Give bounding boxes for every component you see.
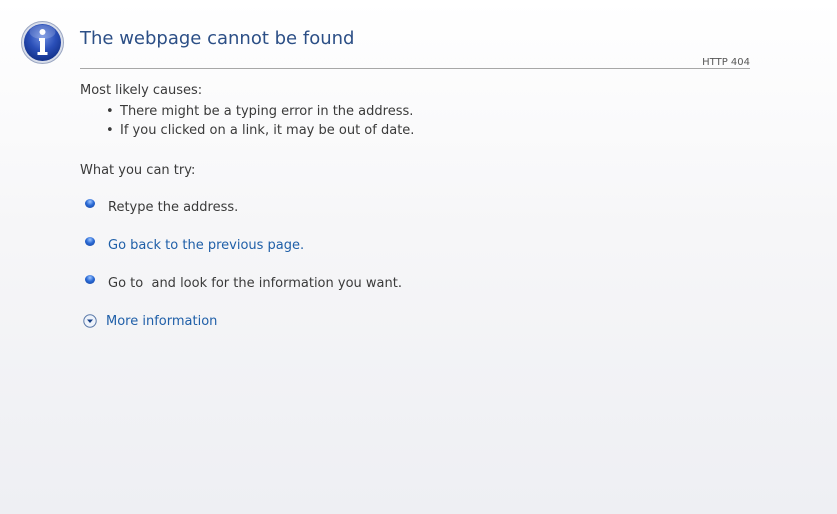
cause-item: • If you clicked on a link, it may be out… xyxy=(106,123,414,138)
more-information-link[interactable]: More information xyxy=(106,314,217,329)
blue-bullet-icon xyxy=(85,198,95,208)
causes-heading: Most likely causes: xyxy=(80,83,203,98)
try-heading: What you can try: xyxy=(80,163,196,178)
try-text: Retype the address. xyxy=(108,199,239,215)
cause-text: There might be a typing error in the add… xyxy=(120,104,414,119)
go-back-link[interactable]: Go back to the previous page. xyxy=(108,238,304,253)
blue-bullet-icon xyxy=(85,274,95,284)
bullet-dot: • xyxy=(106,104,114,119)
try-item-retype: Retype the address. xyxy=(85,197,238,217)
cause-text: If you clicked on a link, it may be out … xyxy=(120,123,415,138)
try-item-go-to: Go to and look for the information you w… xyxy=(85,273,402,293)
try-text: Go to and look for the information you w… xyxy=(108,275,402,291)
cause-item: • There might be a typing error in the ad… xyxy=(106,104,413,119)
blue-bullet-icon xyxy=(85,236,95,246)
chevron-down-circle-icon[interactable] xyxy=(83,314,97,328)
bullet-dot: • xyxy=(106,123,114,138)
more-information-toggle[interactable]: More information xyxy=(83,311,217,331)
http-status-code: HTTP 404 xyxy=(702,57,750,68)
info-icon xyxy=(21,21,64,64)
title-divider xyxy=(80,68,750,69)
page-title: The webpage cannot be found xyxy=(80,28,355,49)
try-item-go-back[interactable]: Go back to the previous page. xyxy=(85,235,304,255)
